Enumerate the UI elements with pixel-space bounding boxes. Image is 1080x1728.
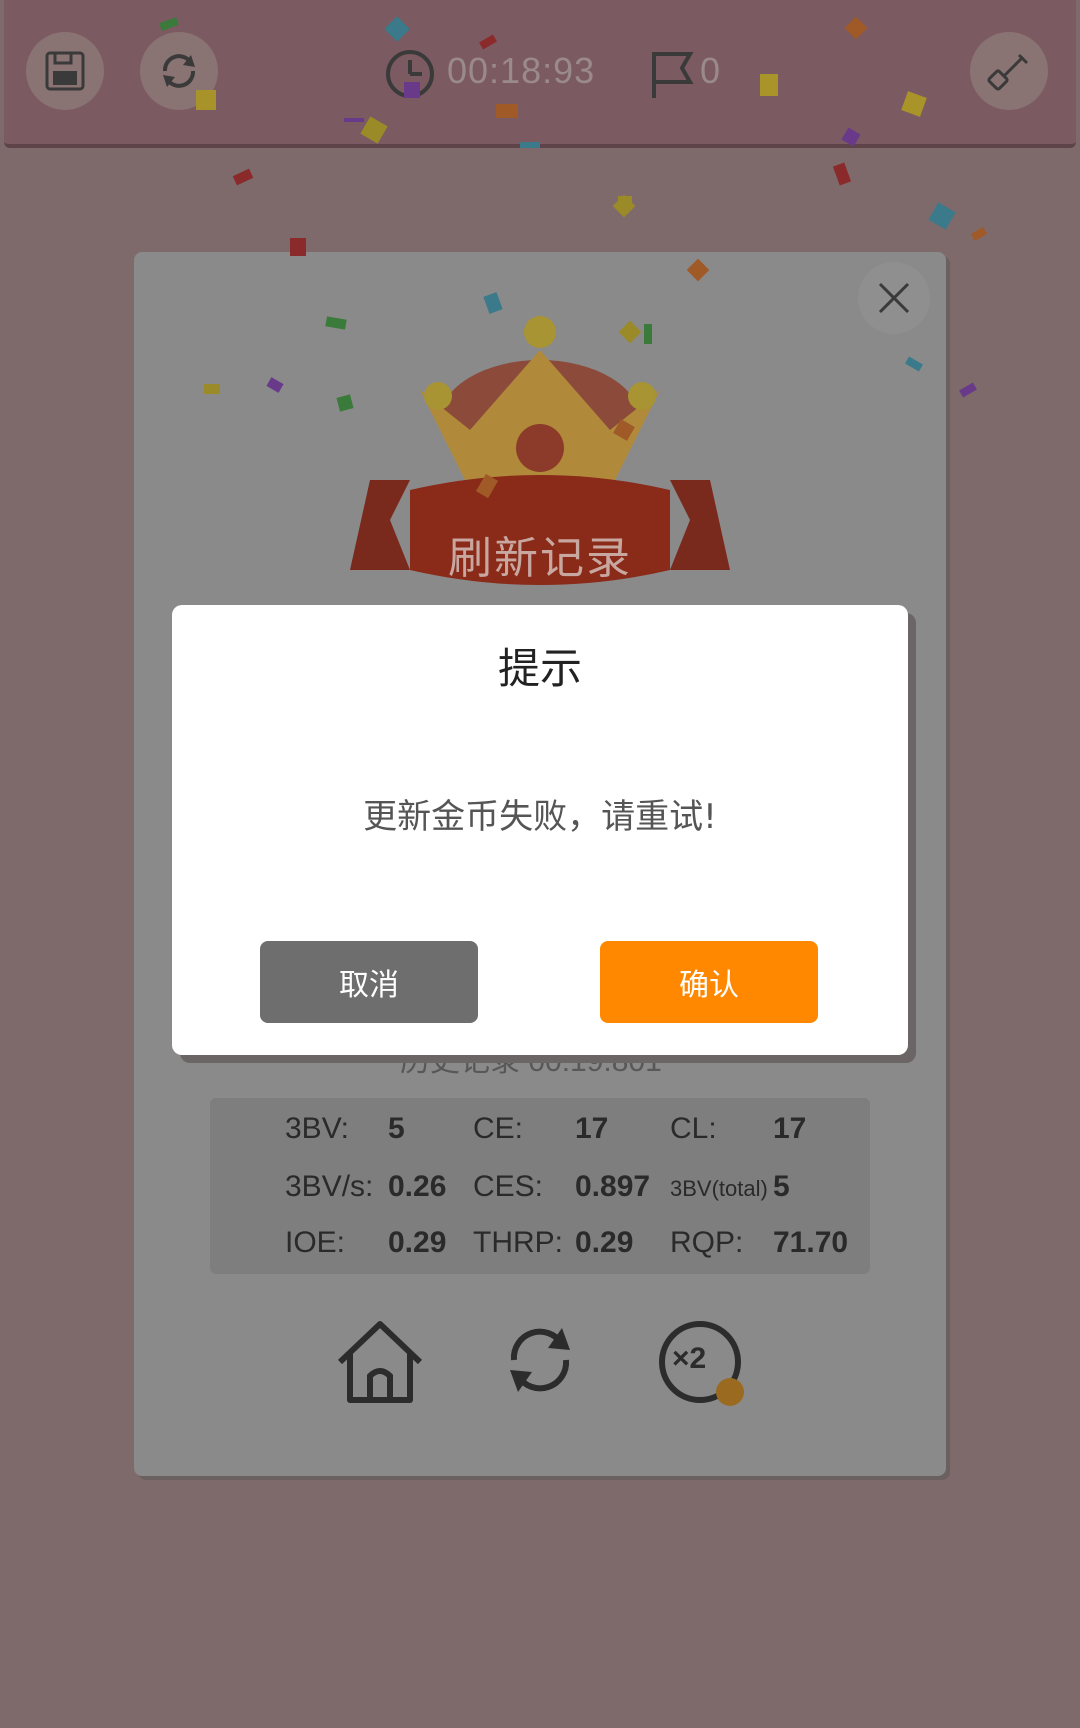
dialog-title: 提示 (497, 644, 582, 693)
dialog-message: 更新金币失败，请重试! (363, 797, 717, 837)
confetti-lower (204, 292, 977, 499)
confirm-button[interactable]: 确认 (600, 941, 818, 1023)
cancel-button[interactable]: 取消 (260, 941, 478, 1023)
alert-dialog: 提示 更新金币失败，请重试! 取消 确认 (172, 605, 908, 1055)
